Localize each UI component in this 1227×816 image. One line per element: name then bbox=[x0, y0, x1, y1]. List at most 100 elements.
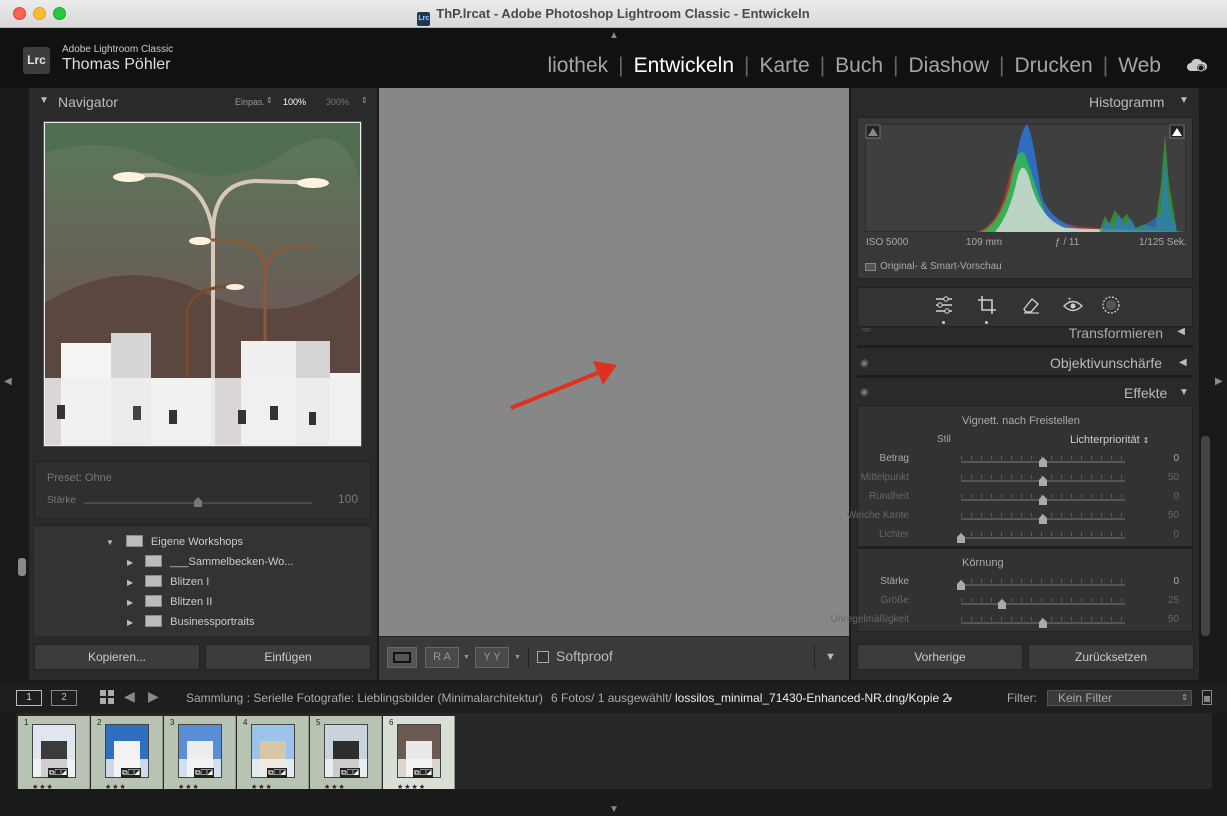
toolbar-divider bbox=[528, 647, 529, 668]
zoom-fit-arrows-icon[interactable]: ⇕ bbox=[266, 96, 273, 105]
collection-path[interactable]: Sammlung : Serielle Fotografie: Liebling… bbox=[186, 691, 543, 705]
folder-collapse-icon[interactable]: ▶ bbox=[127, 558, 133, 567]
filmstrip-thumbnail[interactable]: 6 ⧉☐◪ ★★★★ bbox=[383, 716, 455, 791]
softproof-checkbox[interactable] bbox=[537, 651, 549, 663]
grain-value: 50 bbox=[1167, 614, 1179, 625]
lens-blur-visibility-icon[interactable]: ◉ bbox=[860, 358, 869, 369]
transform-visibility-icon[interactable]: 👁 bbox=[860, 328, 873, 334]
before-after-lr-button[interactable]: R A bbox=[425, 647, 459, 668]
folder-collapse-icon[interactable]: ▶ bbox=[127, 598, 133, 607]
back-arrow-icon[interactable]: ◀ bbox=[124, 688, 135, 705]
grain-label: Unregelmäßigkeit bbox=[830, 614, 909, 625]
effects-collapse-icon[interactable]: ▼ bbox=[1179, 387, 1189, 398]
filename-dropdown-icon[interactable]: ▼ bbox=[946, 695, 954, 704]
secondary-window-button[interactable]: 2 bbox=[51, 690, 77, 706]
folder-businessportraits[interactable]: ▶ Businessportraits bbox=[127, 615, 255, 628]
red-eye-icon[interactable]: + bbox=[1062, 295, 1084, 315]
lens-blur-title[interactable]: Objektivunschärfe bbox=[1050, 355, 1162, 371]
grain-ticks bbox=[961, 579, 1125, 583]
folder-icon bbox=[125, 535, 143, 547]
thumbnail-rating: ★★★ bbox=[32, 784, 54, 791]
left-scrollbar[interactable] bbox=[18, 558, 26, 576]
module-library[interactable]: liothek bbox=[547, 54, 608, 78]
filter-select[interactable]: Kein Filter ⇕ bbox=[1047, 690, 1192, 706]
vignette-slider[interactable] bbox=[961, 537, 1125, 539]
folder-blitzen-2[interactable]: ▶ Blitzen II bbox=[127, 595, 212, 608]
module-map[interactable]: Karte bbox=[759, 54, 809, 78]
left-panel-toggle-icon[interactable]: ◀ bbox=[4, 376, 12, 387]
filmstrip-thumbnail[interactable]: 2 ⧉☐◪ ★★★ bbox=[91, 716, 163, 791]
toolbar-options-dropdown-icon[interactable]: ▼ bbox=[825, 651, 836, 663]
svg-text:+: + bbox=[1067, 296, 1072, 303]
vignette-value: 50 bbox=[1167, 472, 1179, 483]
grain-slider[interactable] bbox=[961, 603, 1125, 605]
effects-title[interactable]: Effekte bbox=[1124, 385, 1167, 401]
navigator-preview-image[interactable] bbox=[45, 123, 360, 445]
reset-button[interactable]: Zurücksetzen bbox=[1028, 644, 1194, 670]
histogram-chart[interactable] bbox=[865, 124, 1186, 232]
filmstrip-thumbnail[interactable]: 4 ⧉☐◪ ★★★ bbox=[237, 716, 309, 791]
folder-blitzen-1[interactable]: ▶ Blitzen I bbox=[127, 575, 209, 588]
filter-lock-icon[interactable] bbox=[1202, 690, 1212, 705]
before-after-dropdown-icon[interactable]: ▼ bbox=[463, 654, 470, 661]
forward-arrow-icon[interactable]: ▶ bbox=[148, 688, 159, 705]
module-slideshow[interactable]: Diashow bbox=[909, 54, 990, 78]
module-print[interactable]: Drucken bbox=[1015, 54, 1093, 78]
lens-blur-expand-icon[interactable]: ◀ bbox=[1179, 357, 1187, 368]
folder-eigene-workshops[interactable]: ▼ Eigene Workshops bbox=[106, 535, 243, 548]
transform-expand-icon[interactable]: ◀ bbox=[1177, 328, 1185, 337]
folder-label: Blitzen I bbox=[170, 576, 210, 588]
effects-visibility-icon[interactable]: ◉ bbox=[860, 387, 869, 398]
filmstrip-thumbnail[interactable]: 1 ⧉☐◪ ★★★ bbox=[18, 716, 90, 791]
loupe-view-button[interactable] bbox=[387, 647, 417, 668]
folder-collapse-icon[interactable]: ▶ bbox=[127, 618, 133, 627]
grid-view-icon[interactable] bbox=[100, 690, 114, 704]
before-after-copy-button[interactable]: Y Y bbox=[475, 647, 509, 668]
vignette-row: Mittelpunkt 50 bbox=[857, 472, 1193, 490]
zoom-more-icon[interactable]: ⇕ bbox=[361, 96, 368, 105]
healing-eraser-icon[interactable] bbox=[1021, 295, 1041, 315]
grain-row: Stärke 0 bbox=[857, 576, 1193, 594]
vignette-style-select[interactable]: Lichterpriorität ⇕ bbox=[1070, 434, 1149, 446]
tool-active-indicator bbox=[985, 321, 988, 324]
top-panel-toggle-icon[interactable]: ▲ bbox=[609, 30, 619, 41]
zoom-100[interactable]: 100% bbox=[283, 97, 306, 107]
right-scrollbar[interactable] bbox=[1201, 436, 1210, 636]
folder-sammelbecken[interactable]: ▶ ___Sammelbecken-Wo... bbox=[127, 555, 293, 568]
histogram-collapse-icon[interactable]: ▼ bbox=[1179, 95, 1189, 106]
cloud-sync-icon[interactable] bbox=[1186, 57, 1208, 73]
grain-slider[interactable] bbox=[961, 584, 1125, 586]
preset-label: Preset: Ohne bbox=[47, 472, 112, 484]
primary-window-button[interactable]: 1 bbox=[16, 690, 42, 706]
exif-aperture: ƒ / 11 bbox=[1055, 237, 1080, 248]
paste-settings-button[interactable]: Einfügen bbox=[205, 644, 371, 670]
current-filename[interactable]: lossilos_minimal_71430-Enhanced-NR.dng/K… bbox=[675, 691, 949, 705]
crop-icon[interactable] bbox=[977, 295, 997, 315]
navigator-collapse-icon[interactable]: ▼ bbox=[39, 95, 49, 106]
bottom-panel-toggle-icon[interactable]: ▼ bbox=[609, 804, 619, 815]
edit-sliders-icon[interactable] bbox=[934, 295, 954, 315]
folder-icon bbox=[145, 615, 163, 627]
folder-icon bbox=[145, 575, 163, 587]
module-web[interactable]: Web bbox=[1118, 54, 1161, 78]
module-develop[interactable]: Entwickeln bbox=[634, 54, 734, 78]
vignette-value: 0 bbox=[1173, 491, 1179, 502]
previous-settings-button[interactable]: Vorherige bbox=[857, 644, 1023, 670]
folder-label: Businessportraits bbox=[170, 616, 255, 628]
folder-expand-icon[interactable]: ▼ bbox=[106, 538, 114, 547]
filmstrip-thumbnail[interactable]: 5 ⧉☐◪ ★★★ bbox=[310, 716, 382, 791]
module-book[interactable]: Buch bbox=[835, 54, 883, 78]
vignette-ticks bbox=[961, 532, 1125, 536]
filmstrip-thumbnail[interactable]: 3 ⧉☐◪ ★★★ bbox=[164, 716, 236, 791]
right-panel-toggle-icon[interactable]: ▶ bbox=[1215, 376, 1223, 387]
window-title: Lrc ThP.lrcat - Adobe Photoshop Lightroom… bbox=[0, 6, 1227, 26]
zoom-300[interactable]: 300% bbox=[326, 97, 349, 107]
filter-label: Filter: bbox=[1007, 691, 1037, 705]
grain-row: Größe 25 bbox=[857, 595, 1193, 613]
copy-settings-button[interactable]: Kopieren... bbox=[34, 644, 200, 670]
grain-ticks bbox=[961, 598, 1125, 602]
folder-collapse-icon[interactable]: ▶ bbox=[127, 578, 133, 587]
zoom-fit[interactable]: Einpas. bbox=[235, 97, 265, 107]
copy-dropdown-icon[interactable]: ▼ bbox=[514, 654, 521, 661]
masking-icon[interactable] bbox=[1101, 295, 1121, 315]
